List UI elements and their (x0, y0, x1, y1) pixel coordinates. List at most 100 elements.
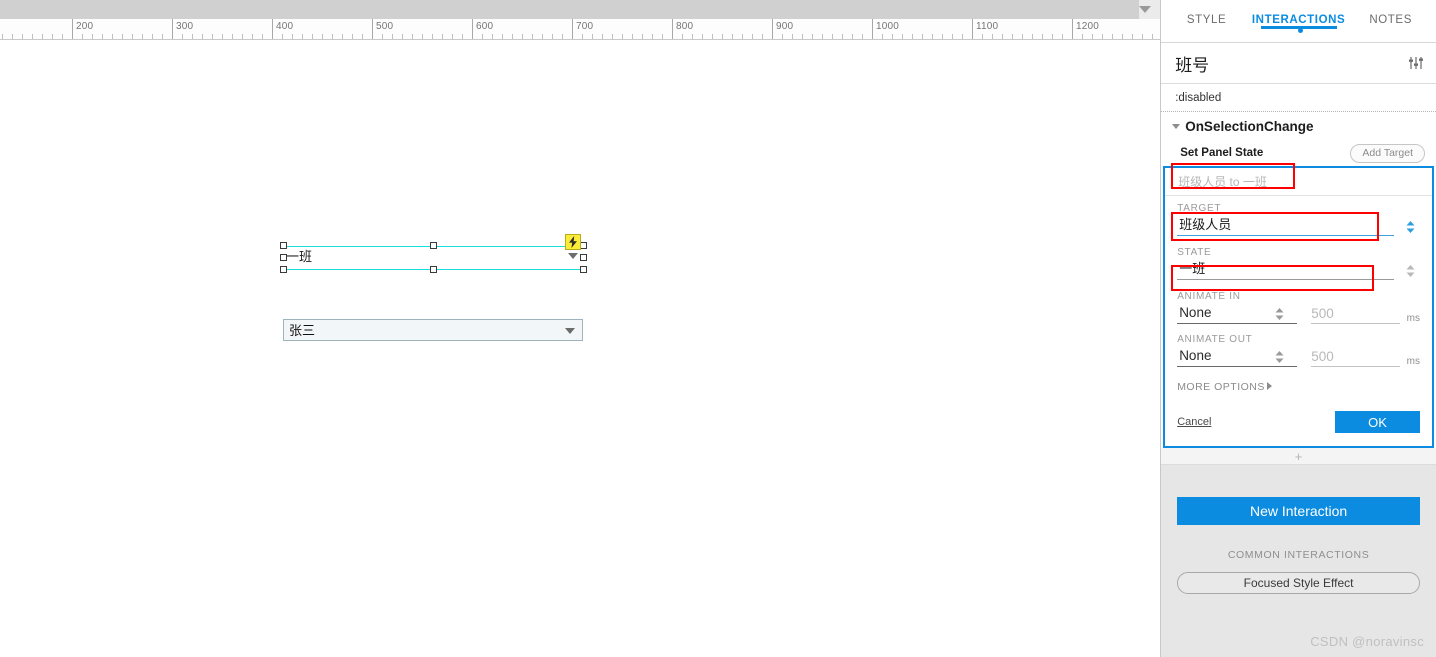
animate-out-duration[interactable]: 500 ms (1311, 349, 1420, 367)
state-spinner[interactable] (1400, 264, 1420, 280)
ruler-major-tick (572, 19, 573, 39)
animate-out-label: ANIMATE OUT (1177, 334, 1253, 345)
target-spinner[interactable] (1400, 220, 1420, 236)
resize-handle-tc[interactable] (430, 242, 437, 249)
sliders-icon[interactable] (1408, 56, 1424, 70)
animate-in-select[interactable]: None (1177, 304, 1298, 324)
inspector-panel: STYLE INTERACTIONS NOTES 班号:disabled On… (1161, 0, 1436, 657)
focused-style-effect-button[interactable]: Focused Style Effect (1177, 572, 1421, 594)
horizontal-scrollbar[interactable] (0, 0, 1161, 20)
ruler-major-tick (372, 19, 373, 39)
action-label: Set Panel State (1180, 147, 1264, 159)
ruler-minor-tick (32, 34, 33, 39)
animate-out-row: None 500 ms (1177, 347, 1420, 367)
tab-style[interactable]: STYLE (1161, 0, 1252, 28)
lightning-bolt-icon[interactable] (565, 234, 581, 250)
selected-widget-text: 一班 (286, 249, 313, 264)
new-interaction-button[interactable]: New Interaction (1177, 497, 1421, 525)
ruler-label: 1200 (1076, 21, 1100, 32)
animate-out-spinner[interactable] (1269, 350, 1289, 366)
add-action-row[interactable]: + (1161, 448, 1436, 465)
ruler-minor-tick (492, 34, 493, 39)
target-value[interactable]: 班级人员 (1177, 216, 1400, 236)
ruler-minor-tick (322, 34, 323, 39)
ruler-minor-tick (1052, 34, 1053, 39)
ruler-minor-tick (1152, 34, 1153, 39)
animate-in-spinner[interactable] (1269, 307, 1289, 323)
ruler-minor-tick (602, 34, 603, 39)
ruler-minor-tick (662, 34, 663, 39)
selected-widget-banhao[interactable]: 一班 (280, 234, 587, 273)
resize-handle-mr[interactable] (580, 254, 587, 261)
add-target-button[interactable]: Add Target (1350, 143, 1425, 163)
tab-interactions[interactable]: INTERACTIONS (1252, 0, 1345, 33)
more-options-toggle[interactable]: MORE OPTIONS (1177, 381, 1420, 393)
canvas-surface[interactable]: 一班 张三 (0, 40, 1161, 657)
ruler-minor-tick (152, 34, 153, 39)
ruler-minor-tick (502, 34, 503, 39)
ruler-minor-tick (952, 34, 953, 39)
ruler-minor-tick (1012, 34, 1013, 39)
dropdown-value: 张三 (289, 323, 316, 338)
ruler-label: 1100 (976, 21, 999, 32)
ruler-label: 800 (676, 21, 694, 32)
ruler-minor-tick (1002, 34, 1003, 39)
animate-in-label: ANIMATE IN (1177, 291, 1241, 302)
animate-in-ms-value[interactable]: 500 (1311, 306, 1403, 324)
tab-notes[interactable]: NOTES (1345, 0, 1436, 28)
spinner-updown-icon (1406, 265, 1414, 277)
ruler-major-tick (672, 19, 673, 39)
canvas-options-button[interactable] (1138, 0, 1161, 19)
ruler-minor-tick (992, 34, 993, 39)
ruler-minor-tick (732, 34, 733, 39)
ruler-minor-tick (712, 34, 713, 39)
set-panel-state-editor: 班级人员 to 一班 TARGET 班级人员 STATE 一班 ANIMATE … (1163, 166, 1434, 448)
ruler-minor-tick (132, 34, 133, 39)
ruler-label: 200 (76, 21, 94, 32)
ruler-minor-tick (122, 34, 123, 39)
ruler-minor-tick (782, 34, 783, 39)
resize-handle-ml[interactable] (280, 254, 287, 261)
ruler-minor-tick (652, 34, 653, 39)
dropdown-widget-banjirenyuan[interactable]: 张三 (283, 319, 583, 341)
ok-button[interactable]: OK (1335, 411, 1420, 433)
animate-in-underline (1177, 323, 1298, 324)
ruler-minor-tick (252, 34, 253, 39)
target-field[interactable]: 班级人员 (1177, 216, 1420, 236)
widget-state-row[interactable]: :disabled (1161, 84, 1436, 112)
tab-style-label: STYLE (1186, 14, 1227, 26)
animate-out-ms-unit: ms (1406, 356, 1420, 367)
target-field-label: TARGET (1177, 203, 1222, 214)
resize-handle-bc[interactable] (430, 266, 437, 273)
animate-in-duration[interactable]: 500 ms (1311, 306, 1420, 324)
ruler-minor-tick (1132, 34, 1133, 39)
resize-handle-tl[interactable] (280, 242, 287, 249)
ruler-minor-tick (1062, 34, 1063, 39)
plus-icon: + (1294, 448, 1303, 464)
sliders-glyph (1409, 57, 1423, 69)
caret-down-icon[interactable] (1172, 123, 1181, 129)
ruler-minor-tick (312, 34, 313, 39)
animate-out-ms-value[interactable]: 500 (1311, 349, 1403, 367)
watermark: CSDN @noravinsc (1310, 634, 1424, 649)
ruler-minor-tick (682, 34, 683, 39)
resize-handle-br[interactable] (580, 266, 587, 273)
resize-handle-tr[interactable] (580, 242, 587, 249)
cancel-button[interactable]: Cancel (1177, 416, 1211, 428)
ruler-minor-tick (42, 34, 43, 39)
resize-handle-bl[interactable] (280, 266, 287, 273)
ruler-minor-tick (342, 34, 343, 39)
editor-summary[interactable]: 班级人员 to 一班 (1165, 168, 1432, 196)
state-value[interactable]: 一班 (1177, 260, 1400, 280)
state-field[interactable]: 一班 (1177, 260, 1420, 280)
ruler-major-tick (472, 19, 473, 39)
ruler-major-tick (972, 19, 973, 39)
ruler-minor-tick (102, 34, 103, 39)
animate-out-select[interactable]: None (1177, 347, 1298, 367)
event-onselectionchange[interactable]: OnSelectionChange (1161, 112, 1436, 140)
editor-footer: Cancel OK (1177, 411, 1420, 446)
ruler-minor-tick (112, 34, 113, 39)
panel-footer: New Interaction COMMON INTERACTIONS Focu… (1161, 465, 1436, 657)
page-title: 班号 (1175, 55, 1210, 75)
ruler-minor-tick (812, 34, 813, 39)
